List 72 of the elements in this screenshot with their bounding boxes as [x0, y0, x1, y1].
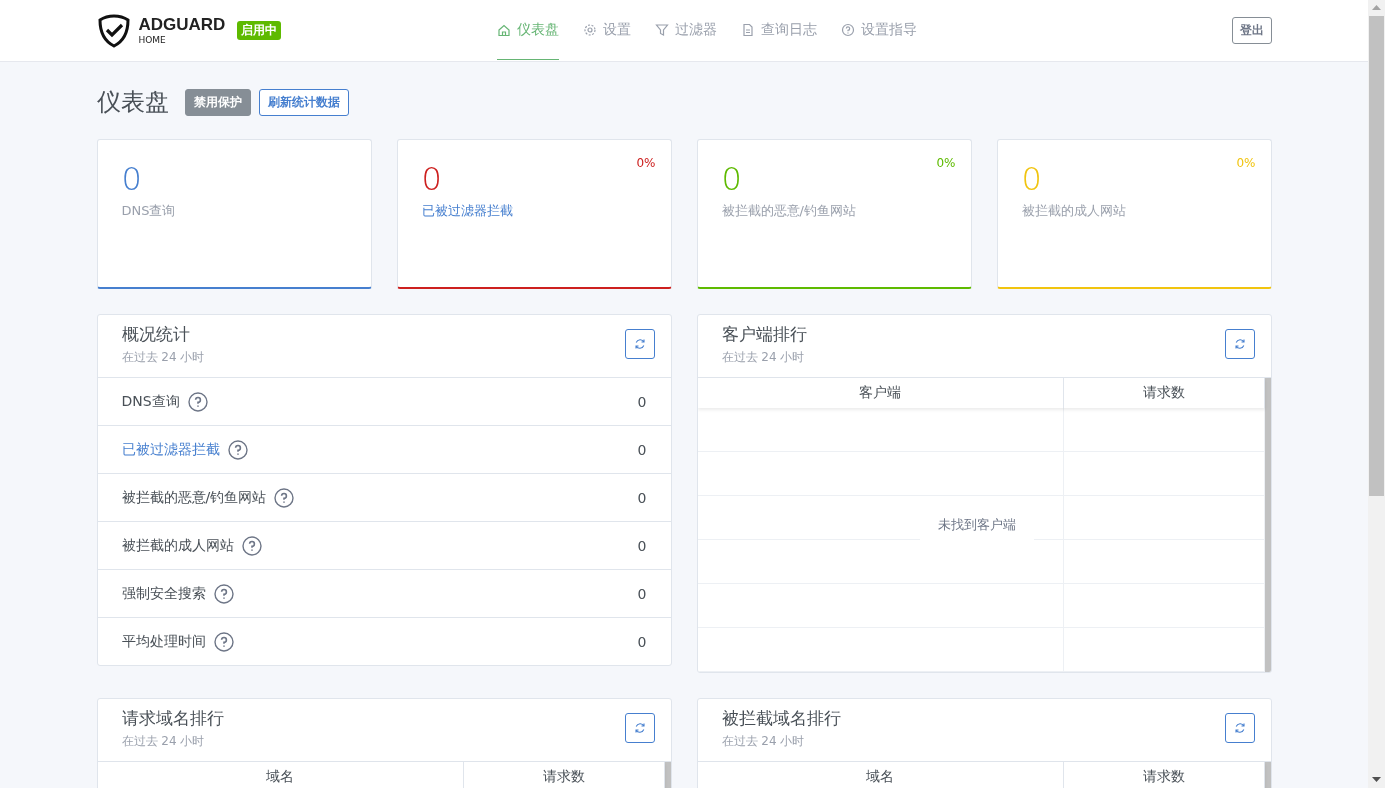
refresh-button[interactable] — [1224, 329, 1255, 359]
stat-value: 0 — [637, 537, 647, 554]
filter-icon — [654, 23, 669, 37]
stat-value: 0 — [637, 633, 647, 650]
card-title: 概况统计 — [121, 322, 191, 346]
percent-label: 0% — [936, 156, 956, 170]
card-subtitle: 在过去 24 小时 — [121, 732, 206, 750]
scrollbar[interactable] — [1368, 0, 1385, 788]
help-icon[interactable] — [213, 583, 234, 604]
stat-label: DNS查询 — [121, 392, 180, 411]
nav-tab[interactable]: 设置指导 — [840, 0, 917, 60]
stat-label: 被拦截的恶意/钓鱼网站 — [121, 488, 267, 507]
stat-link[interactable]: 已被过滤器拦截 — [121, 440, 220, 459]
card-title: 请求域名排行 — [121, 706, 224, 730]
scrollbar[interactable] — [1264, 378, 1271, 672]
card-title: 客户端排行 — [721, 322, 807, 346]
refresh-button[interactable] — [1224, 713, 1255, 743]
help-icon[interactable] — [213, 631, 234, 652]
help-icon[interactable] — [187, 391, 208, 412]
column-header[interactable]: 请求数 — [1063, 378, 1265, 408]
stat-value: 0 — [637, 441, 647, 458]
logout-button[interactable]: 登出 — [1231, 17, 1272, 44]
scrollbar[interactable] — [664, 762, 671, 788]
help-icon[interactable] — [227, 439, 248, 460]
refresh-stats-button[interactable]: 刷新统计数据 — [258, 88, 349, 116]
column-header[interactable]: 客户端 — [697, 378, 1064, 408]
scrollbar[interactable] — [1264, 762, 1271, 788]
stat-value: 0 — [637, 585, 647, 602]
column-header[interactable]: 请求数 — [463, 762, 665, 788]
refresh-icon — [633, 722, 646, 734]
card-subtitle: 在过去 24 小时 — [721, 348, 806, 366]
stat-label: 被拦截的恶意/钓鱼网站 — [721, 202, 856, 221]
disable-protection-button[interactable]: 禁用保护 — [184, 88, 251, 116]
document-icon — [740, 23, 755, 37]
brand-name: ADGUARD — [138, 16, 226, 33]
percent-label: 0% — [1236, 156, 1256, 170]
home-icon — [496, 23, 511, 37]
card-title: 被拦截域名排行 — [721, 706, 841, 730]
shield-check-icon — [96, 13, 131, 48]
column-header[interactable]: 域名 — [697, 762, 1064, 788]
refresh-icon — [1233, 338, 1246, 350]
refresh-button[interactable] — [624, 713, 655, 743]
stat-value: 0 — [637, 489, 647, 506]
settings-icon — [582, 23, 597, 37]
nav-tab[interactable]: 设置 — [582, 0, 631, 60]
nav-tab[interactable]: 仪表盘 — [496, 0, 559, 60]
refresh-button[interactable] — [624, 329, 655, 359]
stat-label: 被拦截的成人网站 — [1021, 202, 1126, 221]
nav-tab[interactable]: 查询日志 — [740, 0, 817, 60]
percent-label: 0% — [636, 156, 656, 170]
column-header[interactable]: 域名 — [97, 762, 464, 788]
stat-link[interactable]: 已被过滤器拦截 — [421, 202, 513, 221]
scroll-up-icon[interactable] — [1372, 5, 1381, 11]
brand-subtitle: HOME — [138, 36, 167, 45]
scroll-down-icon[interactable] — [1372, 777, 1381, 783]
stat-label: 被拦截的成人网站 — [121, 536, 234, 555]
help-icon[interactable] — [274, 487, 295, 508]
nav-tab[interactable]: 过滤器 — [654, 0, 717, 60]
status-badge: 启用中 — [237, 21, 282, 40]
card-subtitle: 在过去 24 小时 — [121, 348, 205, 366]
stat-label: DNS查询 — [121, 202, 176, 221]
stat-value: 0 — [637, 393, 647, 410]
refresh-icon — [1233, 722, 1246, 734]
help-icon[interactable] — [241, 535, 262, 556]
page-title: 仪表盘 — [96, 87, 169, 118]
stat-value: 0 — [121, 160, 143, 199]
stat-label: 平均处理时间 — [121, 632, 206, 651]
refresh-icon — [633, 338, 646, 350]
column-header[interactable]: 请求数 — [1063, 762, 1265, 788]
card-subtitle: 在过去 24 小时 — [721, 732, 806, 750]
help-icon — [840, 23, 855, 37]
stat-label: 强制安全搜索 — [121, 584, 206, 603]
